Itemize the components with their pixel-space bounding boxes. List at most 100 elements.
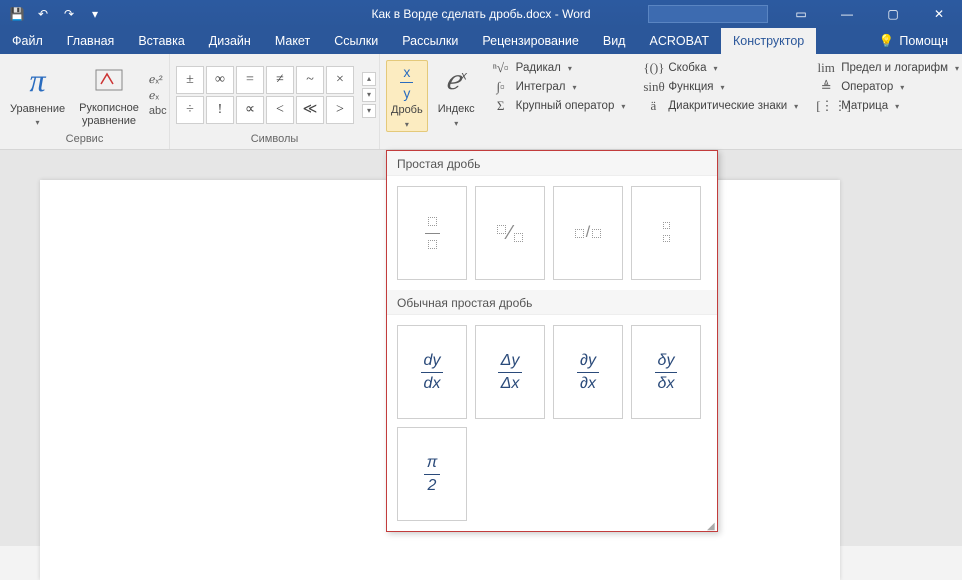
frac-num: π [424,454,441,472]
limit-log-button[interactable]: limПредел и логарифм▾ [816,60,959,76]
symbols-scroll-up[interactable]: ▴ [362,72,376,86]
frac-den: 2 [425,477,440,495]
group-symbols-label: Символы [176,131,373,147]
fraction-skewed[interactable]: ⁄ [475,186,545,280]
symbol-cell[interactable]: ≠ [266,66,294,94]
large-operator-label: Крупный оператор [516,100,615,112]
tab-view[interactable]: Вид [591,28,638,54]
frac-num: dy [421,352,444,370]
symbol-cell[interactable]: ÷ [176,96,204,124]
tab-references[interactable]: Ссылки [322,28,390,54]
matrix-button[interactable]: [⋮⋮]Матрица▾ [816,98,959,114]
window-title: Как в Ворде сделать дробь.docx - Word [371,7,590,21]
integral-label: Интеграл [516,81,566,93]
function-label: Функция [668,81,713,93]
tab-file[interactable]: Файл [0,28,55,54]
ink-equation-button[interactable]: Рукописное уравнение [75,59,143,129]
tab-equation-design[interactable]: Конструктор [721,28,816,54]
fraction-button[interactable]: xy Дробь ▾ [386,60,428,132]
frac-den: dx [421,375,444,393]
group-structures: xy Дробь ▾ ℯx Индекс ▾ ⁿ√▫Радикал▾ ∫▫ Инт… [380,54,962,149]
fraction-gallery: Простая дробь ⁄ / Обычная простая дробь … [386,150,718,532]
bracket-button[interactable]: {()}Скобка▾ [643,60,798,76]
symbol-cell[interactable]: = [236,66,264,94]
limit-log-label: Предел и логарифм [841,62,948,74]
symbol-cell[interactable]: ∝ [236,96,264,124]
tab-acrobat[interactable]: ACROBAT [637,28,721,54]
symbol-cell[interactable]: > [326,96,354,124]
bracket-label: Скобка [668,62,706,74]
frac-den: ∂x [577,375,599,393]
equation-button[interactable]: π Уравнение ▾ [6,60,69,130]
large-operator-button[interactable]: ΣКрупный оператор▾ [491,98,626,114]
help-icon: 💡 [879,34,895,49]
fraction-label: Дробь [391,104,423,117]
quick-access-toolbar: 💾 ↶ ↷ ▾ [0,3,106,25]
integral-button[interactable]: ∫▫Интеграл▾ [491,79,626,95]
radical-label: Радикал [516,62,561,74]
linear-format-button[interactable]: ℯₓ [149,89,167,102]
tab-mailings[interactable]: Рассылки [390,28,470,54]
minimize-button[interactable]: — [824,0,870,28]
gallery-resize-handle[interactable]: ◢ [707,521,715,529]
frac-num: δy [655,352,678,370]
close-button[interactable]: ✕ [916,0,962,28]
tell-me-help[interactable]: 💡 Помощн [865,28,962,54]
symbol-cell[interactable]: × [326,66,354,94]
group-service-label: Сервис [6,131,163,147]
tab-review[interactable]: Рецензирование [470,28,591,54]
title-search-box[interactable] [648,5,768,23]
symbols-more-button[interactable]: ▾ [362,104,376,118]
accent-label: Диакритические знаки [668,100,787,112]
redo-button[interactable]: ↷ [58,3,80,25]
script-icon: ℯx [446,62,467,100]
fraction-stacked[interactable] [397,186,467,280]
symbol-cell[interactable]: ! [206,96,234,124]
script-button[interactable]: ℯx Индекс ▾ [434,60,479,130]
fraction-partialy-partialx[interactable]: ∂y ∂x [553,325,623,419]
accent-icon: ä [643,98,663,114]
qat-more-button[interactable]: ▾ [84,3,106,25]
ribbon: π Уравнение ▾ Рукописное уравнение ℯₓ² ℯ… [0,54,962,150]
normal-text-button[interactable]: abc [149,105,167,117]
save-button[interactable]: 💾 [6,3,28,25]
symbol-cell[interactable]: < [266,96,294,124]
accent-button[interactable]: äДиакритические знаки▾ [643,98,798,114]
fraction-linear[interactable]: / [553,186,623,280]
operator-button[interactable]: ≜Оператор▾ [816,79,959,95]
integral-icon: ∫▫ [491,79,511,95]
sigma-icon: Σ [491,98,511,114]
help-label: Помощн [899,34,948,48]
ink-equation-icon [93,61,125,99]
symbols-scroll-down[interactable]: ▾ [362,88,376,102]
title-bar: 💾 ↶ ↷ ▾ Как в Ворде сделать дробь.docx -… [0,0,962,28]
gallery-section-common: Обычная простая дробь [387,290,717,315]
tab-insert[interactable]: Вставка [126,28,196,54]
matrix-icon: [⋮⋮] [816,98,836,114]
struct-col-2: {()}Скобка▾ sinθФункция▾ ä Диакритические… [637,60,804,114]
frac-num: Δy [498,352,523,370]
radical-button[interactable]: ⁿ√▫Радикал▾ [491,60,626,76]
undo-button[interactable]: ↶ [32,3,54,25]
maximize-button[interactable]: ▢ [870,0,916,28]
script-label: Индекс [438,103,475,116]
symbol-cell[interactable]: ~ [296,66,324,94]
pi-icon: π [30,62,46,100]
tab-home[interactable]: Главная [55,28,127,54]
fraction-deltay-deltax[interactable]: ΔyΔx [475,325,545,419]
group-service: π Уравнение ▾ Рукописное уравнение ℯₓ² ℯ… [0,54,170,149]
symbol-cell[interactable]: ≪ [296,96,324,124]
symbol-cell[interactable]: ∞ [206,66,234,94]
function-button[interactable]: sinθФункция▾ [643,79,798,95]
fraction-pi-over-2[interactable]: π2 [397,427,467,521]
tab-design[interactable]: Дизайн [197,28,263,54]
pro-format-button[interactable]: ℯₓ² [149,73,167,86]
fraction-dy-dx[interactable]: dy dx [397,325,467,419]
fraction-deltay-deltax-small[interactable]: δyδx [631,325,701,419]
fraction-icon: xy [400,63,413,101]
fraction-small[interactable] [631,186,701,280]
symbol-cell[interactable]: ± [176,66,204,94]
frac-num: ∂y [577,352,599,370]
tab-layout[interactable]: Макет [263,28,322,54]
ribbon-display-options[interactable]: ▭ [778,0,824,28]
